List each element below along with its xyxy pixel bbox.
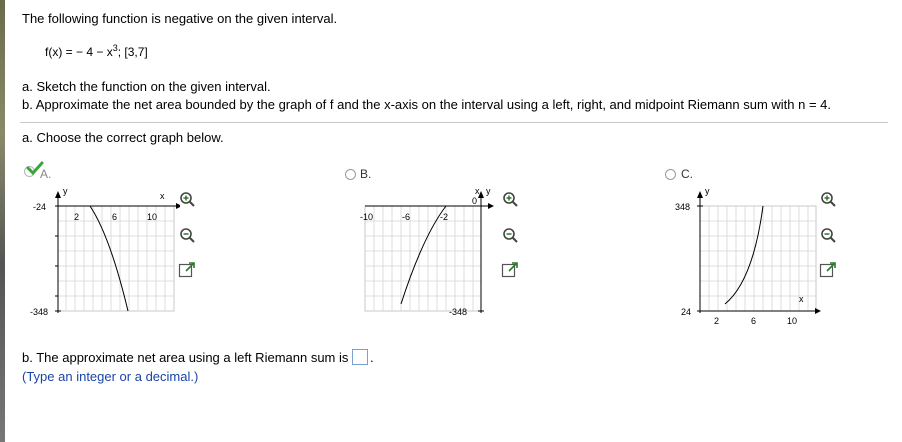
option-b-radio[interactable] [345, 169, 356, 180]
graph-a-tick-x-3: 10 [147, 212, 157, 222]
function-definition: f(x) = − 4 − x3; [3,7] [45, 43, 148, 59]
option-b-label: B. [360, 167, 372, 181]
function-text: f(x) = − 4 − x [45, 45, 113, 59]
graph-a-curve [89, 205, 129, 312]
graph-b-tick-x-2: -6 [402, 212, 410, 222]
zoom-in-icon[interactable] [501, 190, 519, 208]
part-a-prompt: a. Choose the correct graph below. [22, 130, 224, 145]
answer-period: . [370, 350, 374, 365]
zoom-in-icon[interactable] [178, 190, 196, 208]
graph-c-y-label: y [705, 186, 710, 196]
graph-a: y x -24 -348 2 6 10 [20, 186, 182, 326]
graph-c-tick-y-bottom: 24 [681, 307, 691, 317]
graph-b-tick-x-1: -10 [360, 212, 373, 222]
graph-b-tick-y-bottom: -348 [449, 307, 467, 317]
graph-a-tick-x-1: 2 [74, 212, 79, 222]
graph-c: y x 348 24 2 6 10 [665, 186, 825, 326]
graph-b-x-label: x [475, 186, 480, 196]
zoom-out-icon[interactable] [501, 226, 519, 244]
part-b-prompt: b. The approximate net area using a left… [22, 350, 349, 365]
zoom-in-icon[interactable] [819, 190, 837, 208]
zoom-out-icon[interactable] [178, 226, 196, 244]
graph-c-tick-x-1: 2 [714, 316, 719, 326]
option-a-label: A. [40, 167, 52, 181]
graph-c-tick-x-2: 6 [751, 316, 756, 326]
graph-a-y-label: y [63, 186, 68, 196]
part-a-instruction: a. Sketch the function on the given inte… [22, 79, 271, 94]
graph-b-grid [364, 205, 482, 312]
graph-c-tick-x-3: 10 [787, 316, 797, 326]
graph-a-tick-y-top: -24 [33, 202, 46, 212]
graph-a-tick-x-2: 6 [112, 212, 117, 222]
graph-b-tick-y-top: 0 [472, 196, 477, 206]
zoom-out-icon[interactable] [819, 226, 837, 244]
part-b-instruction: b. Approximate the net area bounded by t… [22, 97, 832, 112]
popout-icon[interactable] [178, 261, 196, 279]
window-edge-strip [0, 0, 5, 442]
left-sum-answer-input[interactable] [352, 349, 368, 365]
option-c-label: C. [681, 167, 693, 181]
interval-text: ; [3,7] [117, 45, 148, 59]
option-c-radio[interactable] [665, 169, 676, 180]
graph-a-x-label: x [160, 191, 165, 201]
problem-intro: The following function is negative on th… [22, 11, 338, 26]
graph-a-tick-y-bottom: -348 [30, 307, 48, 317]
popout-icon[interactable] [819, 261, 837, 279]
answer-format-hint: (Type an integer or a decimal.) [22, 369, 199, 384]
graph-b-tick-x-3: -2 [440, 212, 448, 222]
graph-c-tick-y-top: 348 [675, 202, 690, 212]
section-divider [20, 122, 888, 123]
popout-icon[interactable] [501, 261, 519, 279]
graph-c-x-label: x [799, 294, 804, 304]
graph-b-y-label: y [486, 186, 491, 196]
graph-b: y x 0 -348 -10 -6 -2 [338, 186, 498, 326]
